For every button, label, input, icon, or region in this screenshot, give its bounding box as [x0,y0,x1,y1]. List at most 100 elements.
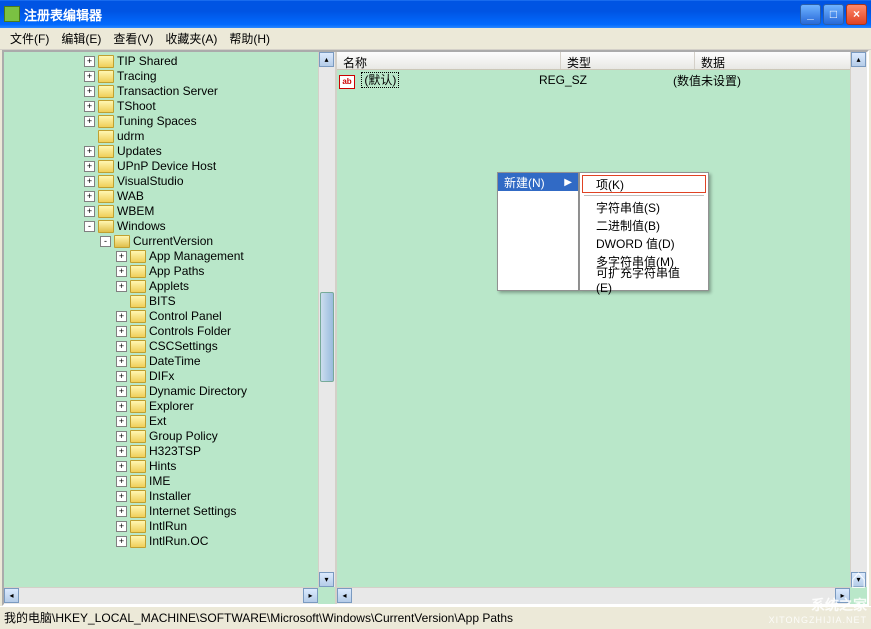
scroll-down-button[interactable]: ▾ [319,572,334,587]
tree-item[interactable]: +VisualStudio [4,174,335,189]
tree-item[interactable]: +Internet Settings [4,504,335,519]
expand-icon[interactable]: + [84,86,95,97]
maximize-button[interactable]: □ [823,4,844,25]
expand-icon[interactable]: + [116,341,127,352]
tree-item[interactable]: +Group Policy [4,429,335,444]
context-subitem[interactable]: 二进制值(B) [582,216,706,234]
list-item[interactable]: ab (默认) REG_SZ (数值未设置) [339,72,865,88]
tree-item[interactable]: +Installer [4,489,335,504]
expand-icon[interactable]: + [84,176,95,187]
menu-edit[interactable]: 编辑(E) [55,28,107,49]
expand-icon[interactable]: + [84,161,95,172]
expand-icon[interactable]: + [84,101,95,112]
expand-icon[interactable]: + [116,371,127,382]
tree-item-label: CSCSettings [149,339,218,354]
tree-item[interactable]: +Tracing [4,69,335,84]
expand-icon[interactable]: + [116,356,127,367]
expand-icon[interactable]: + [116,521,127,532]
tree-item[interactable]: BITS [4,294,335,309]
close-button[interactable]: × [846,4,867,25]
value-data: (数值未设置) [673,72,741,89]
list-scrollbar-vertical[interactable]: ▴ ▾ [850,52,867,587]
context-item-new[interactable]: 新建(N) ▶ [498,173,578,191]
scroll-right-button[interactable]: ▸ [303,588,318,603]
list-body[interactable]: ab (默认) REG_SZ (数值未设置) [337,70,867,90]
menu-favorites[interactable]: 收藏夹(A) [159,28,223,49]
tree-scrollbar-horizontal[interactable]: ◂ ▸ [4,587,318,604]
context-menu: 新建(N) ▶ 项(K)字符串值(S)二进制值(B)DWORD 值(D)多字符串… [497,172,709,291]
column-data[interactable]: 数据 [695,52,867,69]
menu-help[interactable]: 帮助(H) [223,28,276,49]
column-name[interactable]: 名称 [337,52,561,69]
context-subitem[interactable]: 项(K) [582,175,706,193]
tree-scrollbar-vertical[interactable]: ▴ ▾ [318,52,335,587]
column-type[interactable]: 类型 [561,52,695,69]
expand-icon[interactable]: + [116,386,127,397]
tree-item[interactable]: +UPnP Device Host [4,159,335,174]
tree-item[interactable]: +TShoot [4,99,335,114]
expand-icon[interactable]: + [116,266,127,277]
menu-view[interactable]: 查看(V) [107,28,159,49]
expand-icon[interactable]: + [84,56,95,67]
tree-item[interactable]: +IntlRun [4,519,335,534]
expand-icon[interactable]: + [116,446,127,457]
expand-icon[interactable]: + [116,536,127,547]
tree-item[interactable]: +IME [4,474,335,489]
tree-item[interactable]: +App Paths [4,264,335,279]
tree-item-label: Controls Folder [149,324,231,339]
scroll-left-button[interactable]: ◂ [4,588,19,603]
scroll-thumb[interactable] [320,292,334,382]
tree-item[interactable]: +WBEM [4,204,335,219]
expand-icon[interactable]: + [84,191,95,202]
expand-icon[interactable]: + [116,476,127,487]
expand-icon[interactable]: + [116,281,127,292]
tree-item[interactable]: +WAB [4,189,335,204]
expand-icon[interactable]: + [116,251,127,262]
tree-item[interactable]: udrm [4,129,335,144]
expand-icon[interactable]: + [116,431,127,442]
expand-icon[interactable]: + [116,416,127,427]
expand-icon[interactable]: + [84,71,95,82]
tree-item[interactable]: -Windows [4,219,335,234]
expand-icon[interactable]: + [116,326,127,337]
tree-item[interactable]: +Updates [4,144,335,159]
tree-item[interactable]: +Transaction Server [4,84,335,99]
tree-item[interactable]: +Tuning Spaces [4,114,335,129]
collapse-icon[interactable]: - [84,221,95,232]
tree-item[interactable]: +IntlRun.OC [4,534,335,549]
context-subitem[interactable]: DWORD 值(D) [582,234,706,252]
tree-item[interactable]: +Ext [4,414,335,429]
collapse-icon[interactable]: - [100,236,111,247]
tree-item[interactable]: +Applets [4,279,335,294]
folder-open-icon [98,220,114,233]
tree-item[interactable]: +H323TSP [4,444,335,459]
expand-icon[interactable]: + [116,491,127,502]
context-subitem[interactable]: 字符串值(S) [582,198,706,216]
tree-item[interactable]: + Controls Folder [4,324,335,339]
expand-icon[interactable]: + [116,506,127,517]
expand-icon[interactable]: + [84,206,95,217]
minimize-button[interactable]: _ [800,4,821,25]
tree-item[interactable]: +Explorer [4,399,335,414]
tree-item[interactable]: -CurrentVersion [4,234,335,249]
menu-file[interactable]: 文件(F) [4,28,55,49]
expand-icon[interactable]: + [116,311,127,322]
context-subitem[interactable]: 可扩充字符串值(E) [582,270,706,288]
tree-item[interactable]: +Hints [4,459,335,474]
expand-icon[interactable]: + [84,116,95,127]
scroll-up-button[interactable]: ▴ [319,52,334,67]
scroll-left-button[interactable]: ◂ [337,588,352,603]
tree-item[interactable]: + CSCSettings [4,339,335,354]
expand-icon[interactable]: + [116,401,127,412]
folder-icon [130,250,146,263]
expand-icon[interactable]: + [84,146,95,157]
tree-item[interactable]: +TIP Shared [4,54,335,69]
tree-item[interactable]: +DIFx [4,369,335,384]
tree-item[interactable]: +App Management [4,249,335,264]
tree[interactable]: +TIP Shared+Tracing+Transaction Server+T… [4,52,335,551]
tree-item[interactable]: +Dynamic Directory [4,384,335,399]
expand-icon[interactable]: + [116,461,127,472]
tree-item[interactable]: +DateTime [4,354,335,369]
tree-item[interactable]: +Control Panel [4,309,335,324]
scroll-up-button[interactable]: ▴ [851,52,866,67]
